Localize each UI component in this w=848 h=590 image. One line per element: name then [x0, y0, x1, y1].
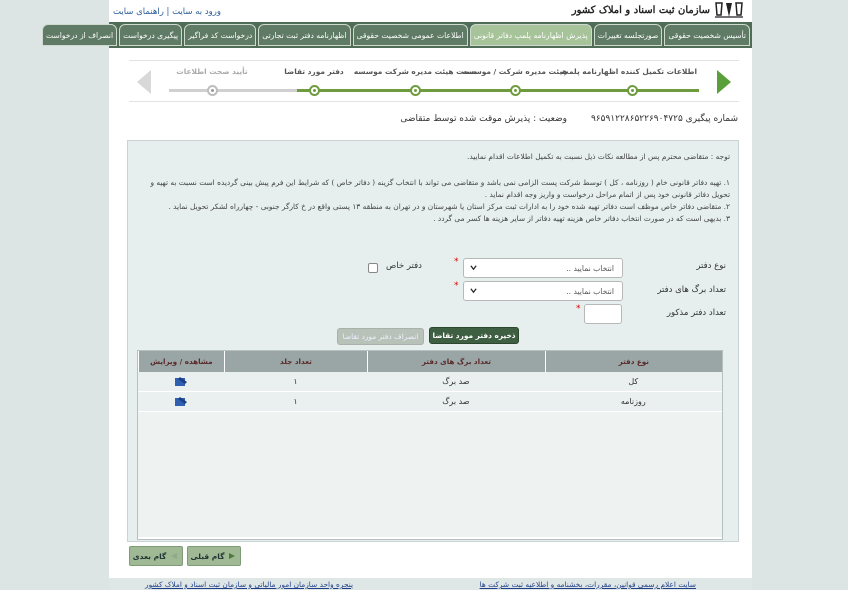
edit-icon[interactable] — [174, 396, 188, 408]
tab-track-request[interactable]: پیگیری درخواست — [119, 24, 183, 46]
table-empty-area — [138, 412, 722, 537]
instructions-note: توجه : متقاضی محترم پس از مطالعه نکات ذی… — [140, 151, 730, 225]
book-count-input[interactable] — [584, 304, 622, 324]
column-header: تعداد برگ های دفتر — [367, 351, 544, 372]
step-complete-icon — [510, 85, 521, 96]
footer-link-regulations[interactable]: سایت اعلام رسمی قوانین، مقررات، بخشنامه … — [480, 580, 696, 589]
wizard-step-label: اطلاعات تکمیل کننده اظهارنامه پلمپ — [561, 67, 697, 76]
footer: سایت اعلام رسمی قوانین، مقررات، بخشنامه … — [109, 578, 752, 590]
note-item: ۲. متقاضی دفاتر خاص موظف است دفاتر تهیه … — [168, 202, 730, 211]
tab-cancel-request[interactable]: انصراف از درخواست — [41, 24, 118, 46]
tab-general-info[interactable]: اطلاعات عمومی شخصیت حقوقی — [352, 24, 468, 46]
tab-changes-minutes[interactable]: صورتجلسه تغییرات — [593, 24, 663, 46]
special-book-label: دفتر خاص — [386, 261, 422, 271]
book-count-label: تعداد دفتر مذکور — [666, 308, 726, 318]
edit-icon[interactable] — [174, 376, 188, 388]
table-row[interactable]: روزنامه صد برگ ۱ — [138, 392, 722, 412]
logo-text: سازمان ثبت اسناد و املاک کشور — [571, 4, 710, 16]
column-header: نوع دفتر — [544, 351, 722, 372]
tab-universal-code[interactable]: درخواست کد فراگیر — [184, 24, 257, 46]
pages-label: تعداد برگ های دفتر — [657, 285, 726, 295]
table-row[interactable]: کل صد برگ ۱ — [138, 372, 722, 392]
chevron-down-icon — [470, 288, 477, 294]
step-current-icon — [309, 85, 320, 96]
next-step-button[interactable]: گام بعدی — [129, 546, 183, 566]
arrow-right-icon — [229, 553, 236, 559]
book-type-selected: انتخاب نمایید .. — [566, 263, 614, 273]
link-separator: | — [163, 7, 170, 17]
cell-actions — [138, 392, 224, 411]
note-item: ۳. بدیهی است که در صورت انتخاب دفاتر خاص… — [433, 214, 730, 223]
cell-actions — [138, 372, 224, 391]
chevron-down-icon — [470, 265, 477, 271]
note-intro: توجه : متقاضی محترم پس از مطالعه نکات ذی… — [466, 152, 730, 161]
help-link[interactable]: راهنمای سایت — [113, 7, 164, 17]
special-book-checkbox[interactable] — [368, 263, 378, 273]
column-header: مشاهده / ویرایش — [138, 351, 224, 372]
required-icon: * — [454, 257, 459, 267]
next-step-arrow-icon[interactable] — [709, 61, 739, 103]
tracking-number: شماره پیگیری ۹۶۵۹۱۲۲۸۶۵۲۲۶۹۰۴۷۲۵ — [590, 114, 738, 124]
footer-link-tax-portal[interactable]: پنجره واحد سازمان امور مالیاتی و سازمان … — [145, 580, 353, 589]
cell-book-type: کل — [628, 377, 639, 386]
book-type-label: نوع دفتر — [696, 261, 726, 271]
cell-book-type: روزنامه — [620, 397, 646, 406]
login-link[interactable]: ورود به سایت — [172, 7, 221, 17]
prev-step-label: گام قبلی — [190, 551, 225, 561]
cell-pages: صد برگ — [442, 397, 470, 406]
site-links: ورود به سایت | راهنمای سایت — [113, 7, 221, 17]
page: ورود به سایت | راهنمای سایت سازمان ثبت ا… — [41, 0, 752, 590]
cell-count: ۱ — [293, 377, 298, 386]
table-header: نوع دفتر تعداد برگ های دفتر تعداد جلد مش… — [138, 351, 722, 372]
tab-company-registration[interactable]: تأسیس شخصیت حقوقی — [664, 24, 750, 46]
prev-step-button[interactable]: گام قبلی — [187, 546, 241, 566]
column-header: تعداد جلد — [223, 351, 368, 372]
next-step-label: گام بعدی — [132, 551, 167, 561]
request-state: وضعیت : پذیرش موقت شده توسط متقاضی — [400, 114, 567, 124]
save-book-button[interactable]: ذخیره دفتر مورد تقاضا — [429, 327, 519, 344]
step-complete-icon — [410, 85, 421, 96]
arrow-left-icon — [171, 553, 178, 559]
form-panel: توجه : متقاضی محترم پس از مطالعه نکات ذی… — [127, 140, 739, 542]
header: ورود به سایت | راهنمای سایت سازمان ثبت ا… — [109, 0, 752, 22]
scales-icon — [714, 1, 744, 19]
main-tabs: تأسیس شخصیت حقوقی صورتجلسه تغییرات پذیرش… — [41, 22, 752, 48]
tab-ledger-sealing[interactable]: پذیرش اظهارنامه پلمپ دفاتر قانونی — [469, 24, 592, 46]
requested-books-table: نوع دفتر تعداد برگ های دفتر تعداد جلد مش… — [137, 350, 723, 540]
pages-select[interactable]: انتخاب نمایید .. — [463, 281, 623, 301]
wizard-progress: اطلاعات تکمیل کننده اظهارنامه پلمپ هیئت … — [129, 60, 739, 102]
wizard-step-5[interactable]: تأیید صحت اطلاعات — [147, 61, 277, 103]
request-status: شماره پیگیری ۹۶۵۹۱۲۲۸۶۵۲۲۶۹۰۴۷۲۵ وضعیت :… — [400, 114, 738, 124]
cancel-book-button[interactable]: انصراف دفتر مورد تقاضا — [337, 328, 424, 345]
required-icon: * — [576, 304, 581, 314]
wizard-step-1[interactable]: اطلاعات تکمیل کننده اظهارنامه پلمپ — [561, 61, 697, 103]
pages-selected: انتخاب نمایید .. — [566, 286, 614, 296]
required-icon: * — [454, 281, 459, 291]
step-complete-icon — [627, 85, 638, 96]
step-pending-icon — [207, 85, 218, 96]
note-item: ۱. تهیه دفاتر قانونی خام ( روزنامه ، کل … — [150, 178, 730, 199]
wizard-step-label: تأیید صحت اطلاعات — [176, 67, 248, 76]
book-type-select[interactable]: انتخاب نمایید .. — [463, 258, 623, 278]
cell-count: ۱ — [293, 397, 298, 406]
organization-logo: سازمان ثبت اسناد و املاک کشور — [572, 0, 744, 20]
tab-commercial-register[interactable]: اظهارنامه دفتر ثبت تجارتی — [258, 24, 351, 46]
cell-pages: صد برگ — [442, 377, 470, 386]
